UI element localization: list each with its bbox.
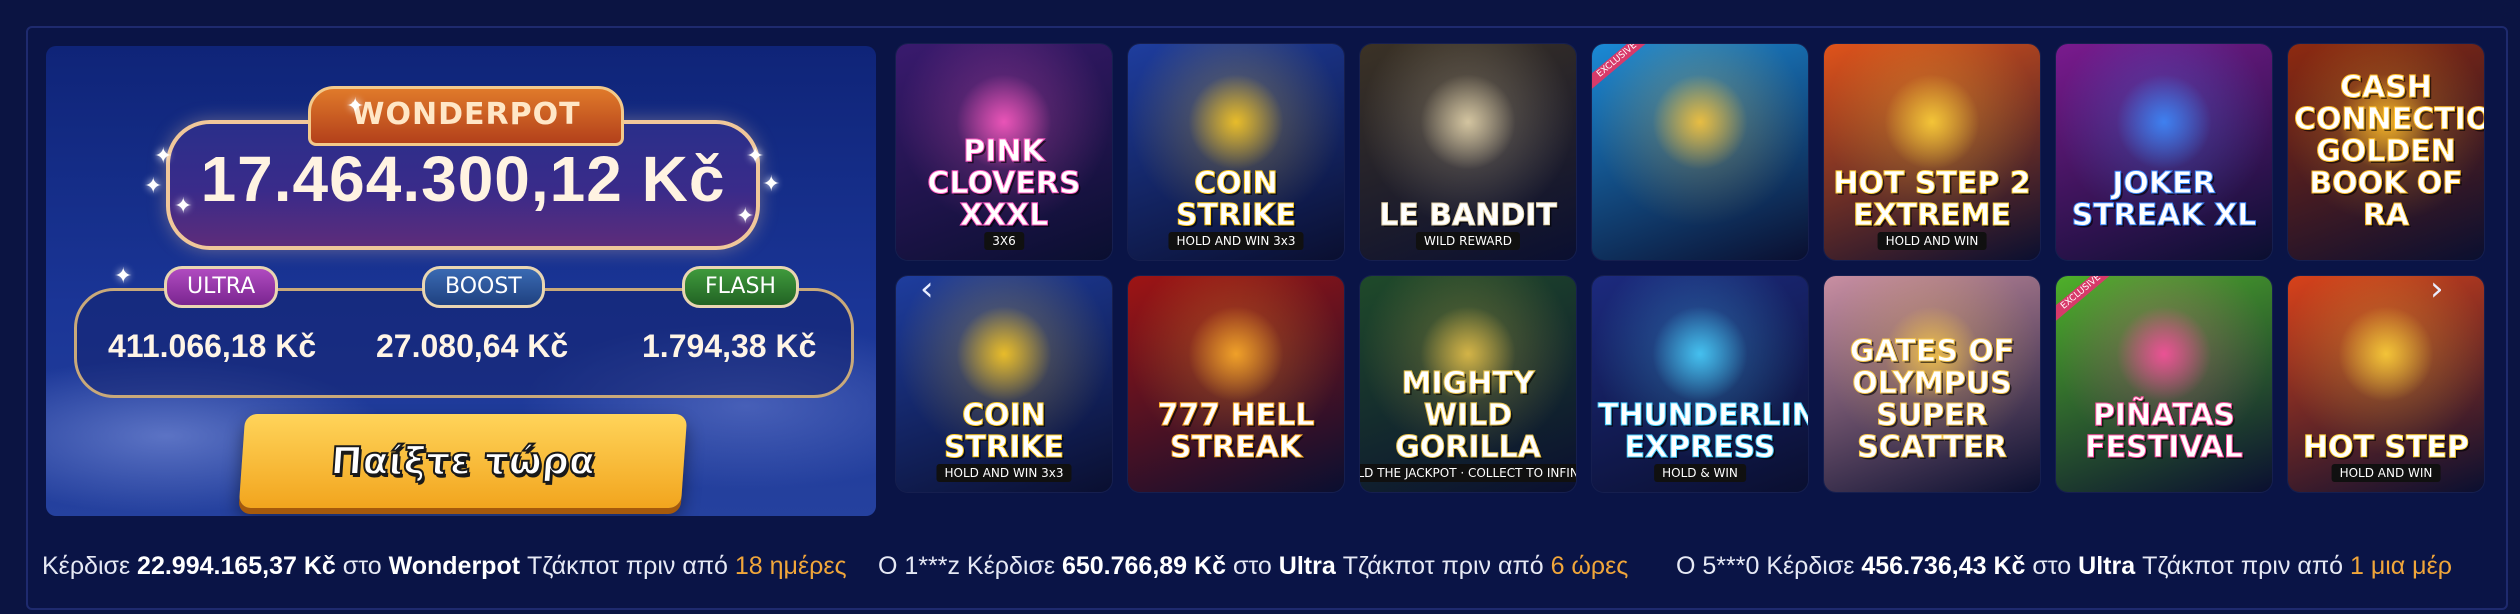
ticker-item: Ο 5***0 Κέρδισε 456.736,43 Kč στο Ultra … [1676, 552, 2452, 580]
game-art [1420, 73, 1516, 170]
game-tile[interactable]: HOT STEP HOLD AND WIN [2288, 276, 2484, 492]
game-art [2116, 73, 2212, 170]
game-title: HOT STEP [2302, 430, 2470, 465]
game-tile[interactable]: JOKER STREAK XL [2056, 44, 2272, 260]
ticker-item: Κέρδισε 22.994.165,37 Kč στο Wonderpot Τ… [42, 552, 847, 580]
game-title: COIN STRIKE [943, 398, 1065, 465]
game-tile[interactable]: LE BANDIT WILD REWARD [1360, 44, 1576, 260]
game-tile[interactable]: EXCLUSIVE [1592, 44, 1808, 260]
flash-amount: 1.794,38 Kč [642, 328, 817, 364]
ultra-badge: ULTRA [164, 266, 279, 308]
exclusive-badge: EXCLUSIVE [2056, 276, 2120, 326]
ultra-amount: 411.066,18 Kč [108, 328, 317, 364]
sparkle-icon: ✦ [154, 144, 173, 169]
boost-amount: 27.080,64 Kč [376, 328, 569, 364]
boost-badge: BOOST [422, 266, 545, 308]
game-subtitle: HOLD THE JACKPOT · COLLECT TO INFINITY [1360, 464, 1576, 482]
game-title: LE BANDIT [1379, 198, 1558, 233]
winners-ticker: Κέρδισε 22.994.165,37 Kč στο Wonderpot Τ… [42, 542, 2502, 592]
game-subtitle: HOLD AND WIN [2331, 464, 2441, 482]
game-art [1188, 73, 1284, 170]
game-art [1652, 73, 1748, 170]
game-art [1188, 305, 1284, 402]
game-art [956, 305, 1052, 402]
flash-badge: FLASH [682, 266, 799, 308]
game-tile[interactable]: PIÑATAS FESTIVAL EXCLUSIVE [2056, 276, 2272, 492]
game-title: PINK CLOVERS XXXL [927, 134, 1081, 233]
game-tile[interactable]: THUNDERLINE EXPRESSHOLD & WIN [1592, 276, 1808, 492]
game-art [2116, 305, 2212, 402]
game-subtitle: WILD REWARD [1415, 232, 1521, 250]
ticker-item: Ο 1***z Κέρδισε 650.766,89 Kč στο Ultra … [878, 552, 1629, 580]
sparkle-icon: ✦ [114, 264, 133, 289]
game-subtitle: HOLD & WIN [1654, 464, 1746, 482]
game-title: CASH CONNECTION GOLDEN BOOK OF RA [2294, 70, 2485, 233]
sparkle-icon: ✦ [174, 194, 193, 219]
game-tile[interactable]: 777 HELL STREAK [1128, 276, 1344, 492]
game-subtitle: 3X6 [984, 232, 1024, 250]
sparkle-icon: ✦ [346, 94, 365, 119]
game-title: THUNDERLINE EXPRESS [1598, 398, 1809, 465]
sparkle-icon: ✦ [762, 172, 781, 197]
game-tile[interactable]: COIN STRIKE HOLD AND WIN 3x3 [1128, 44, 1344, 260]
game-art [1652, 305, 1748, 402]
game-tile[interactable]: MIGHTY WILD GORILLAHOLD THE JACKPOT · CO… [1360, 276, 1576, 492]
game-subtitle: HOLD AND WIN [1877, 232, 1987, 250]
wonderpot-panel: 17.464.300,12 Kč WONDERPOT ✦ ✦ ✦ ✦ ✦ ✦ ✦… [46, 46, 876, 516]
sparkle-icon: ✦ [746, 144, 765, 169]
game-subtitle: HOLD AND WIN 3x3 [936, 464, 1072, 482]
sparkle-icon: ✦ [144, 174, 163, 199]
exclusive-badge: EXCLUSIVE [1592, 44, 1656, 94]
game-art [1884, 73, 1980, 170]
sparkle-icon: ✦ [736, 204, 755, 229]
game-tile[interactable]: PINK CLOVERS XXXL 3X6 [896, 44, 1112, 260]
game-tile[interactable]: GATES OF OLYMPUS SUPER SCATTER [1824, 276, 2040, 492]
play-now-button[interactable]: Παίξτε τώρα [238, 414, 688, 508]
game-title: COIN STRIKE [1175, 166, 1297, 233]
game-tile[interactable]: CASH CONNECTION GOLDEN BOOK OF RA [2288, 44, 2484, 260]
jackpot-banner: 17.464.300,12 Kč WONDERPOT ✦ ✦ ✦ ✦ ✦ ✦ ✦… [26, 26, 2508, 610]
game-art [2338, 305, 2434, 402]
game-title: 777 HELL STREAK [1157, 398, 1315, 465]
main-jackpot-amount: 17.464.300,12 Kč [200, 143, 726, 215]
game-tile[interactable]: HOT STEP 2 EXTREME HOLD AND WIN [1824, 44, 2040, 260]
game-subtitle: HOLD AND WIN 3x3 [1168, 232, 1304, 250]
game-title: PIÑATAS FESTIVAL [2085, 398, 2244, 465]
game-title: JOKER STREAK XL [2071, 166, 2257, 233]
chevron-left-icon[interactable]: ‹ [920, 272, 934, 306]
game-title: MIGHTY WILD GORILLA [1395, 366, 1542, 465]
game-title: GATES OF OLYMPUS SUPER SCATTER [1849, 334, 2015, 465]
game-title: HOT STEP 2 EXTREME [1833, 166, 2031, 233]
chevron-right-icon[interactable]: › [2430, 272, 2444, 306]
